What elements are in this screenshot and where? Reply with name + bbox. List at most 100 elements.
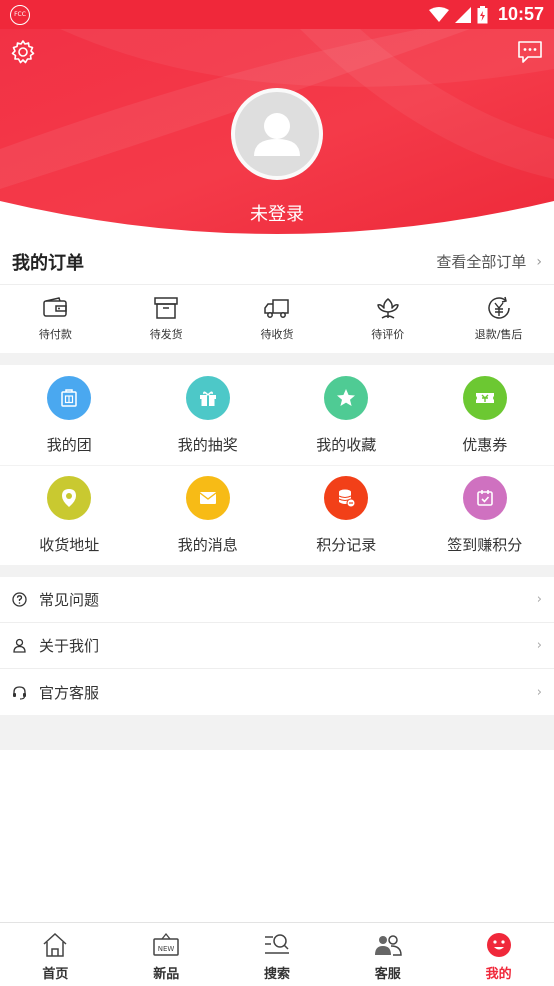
star-icon xyxy=(337,388,356,406)
order-refund-aftersale[interactable]: 退款/售后 xyxy=(443,285,554,353)
feature-label: 积分记录 xyxy=(316,536,377,554)
feature-label: 我的抽奖 xyxy=(177,435,238,454)
menu-item-label: 常见问题 xyxy=(39,591,100,609)
refund-icon xyxy=(487,296,510,319)
login-status[interactable]: 未登录 xyxy=(0,200,554,226)
about-us-item[interactable]: 关于我们 › xyxy=(0,623,554,669)
feature-label: 收货地址 xyxy=(39,536,100,554)
settings-button[interactable] xyxy=(10,39,36,65)
feature-icon-circle xyxy=(462,476,507,520)
feature-label: 优惠券 xyxy=(462,435,508,454)
question-icon xyxy=(12,592,27,607)
nav-label: 我的 xyxy=(485,967,512,982)
gift-icon xyxy=(199,391,216,406)
feature-label: 我的消息 xyxy=(177,536,238,554)
order-item-label: 待付款 xyxy=(38,328,72,341)
nav-label: 首页 xyxy=(42,967,69,982)
nav-service[interactable]: 客服 xyxy=(332,923,443,986)
my-group-button[interactable]: 我的团 xyxy=(0,365,139,465)
order-item-label: 待评价 xyxy=(371,328,405,341)
default-user-icon xyxy=(254,113,300,156)
chevron-right-icon: › xyxy=(536,253,542,270)
chevron-right-icon: › xyxy=(536,638,542,653)
group-bag-icon xyxy=(61,388,77,407)
signal-icon xyxy=(454,6,471,23)
feature-icon-circle xyxy=(47,375,92,420)
feature-icon-circle xyxy=(324,375,369,420)
svg-text:NEW: NEW xyxy=(158,945,175,953)
shipping-address-button[interactable]: 收货地址 xyxy=(0,466,139,565)
feature-label: 我的收藏 xyxy=(316,435,377,454)
coins-icon xyxy=(339,489,356,508)
status-bar: FCC 10:57 xyxy=(0,0,554,29)
nav-new[interactable]: NEW 新品 xyxy=(111,923,222,986)
order-pending-review[interactable]: 待评价 xyxy=(332,285,443,353)
view-all-orders-label: 查看全部订单 xyxy=(436,253,527,271)
nav-mine[interactable]: 我的 xyxy=(443,923,554,986)
orders-section: 我的订单 查看全部订单 › 待付款 待发货 待收货 待评价 退款/售后 xyxy=(0,239,554,353)
order-pending-shipment[interactable]: 待发货 xyxy=(111,285,222,353)
points-history-button[interactable]: 积分记录 xyxy=(277,466,416,565)
section-divider xyxy=(0,565,554,577)
system-icons: 10:57 xyxy=(428,4,544,25)
search-icon xyxy=(264,934,289,954)
nav-label: 客服 xyxy=(374,967,401,982)
coupons-button[interactable]: 优惠券 xyxy=(416,365,554,465)
feature-icon-circle xyxy=(185,476,230,520)
my-favorites-button[interactable]: 我的收藏 xyxy=(277,365,416,465)
view-all-orders-link[interactable]: 查看全部订单 › xyxy=(436,251,542,272)
avatar[interactable] xyxy=(231,88,323,180)
check-in-points-button[interactable]: 签到赚积分 xyxy=(416,466,554,565)
order-pending-payment[interactable]: 待付款 xyxy=(0,285,111,353)
section-divider xyxy=(0,715,554,750)
clock: 10:57 xyxy=(497,4,544,24)
feature-icon-circle xyxy=(462,375,507,420)
menu-item-label: 关于我们 xyxy=(39,637,100,655)
app-notification-icon: FCC xyxy=(10,5,30,25)
chevron-right-icon: › xyxy=(536,592,542,607)
order-pending-receipt[interactable]: 待收货 xyxy=(222,285,333,353)
nav-search[interactable]: 搜索 xyxy=(222,923,333,986)
nav-label: 搜索 xyxy=(263,967,290,982)
calendar-check-icon xyxy=(476,490,493,506)
feature-icon-circle xyxy=(185,375,230,420)
orders-title: 我的订单 xyxy=(12,252,84,274)
wifi-icon xyxy=(428,6,449,22)
users-icon xyxy=(374,935,402,956)
wallet-icon xyxy=(43,297,68,317)
chevron-right-icon: › xyxy=(536,684,542,700)
feature-icon-circle xyxy=(47,476,92,520)
headset-icon xyxy=(13,685,26,700)
feature-label: 我的团 xyxy=(46,435,92,454)
profile-header: 未登录 xyxy=(0,29,554,239)
orders-header: 我的订单 查看全部订单 › xyxy=(0,239,554,285)
customer-service-item[interactable]: 官方客服 › xyxy=(0,669,554,715)
box-icon xyxy=(154,297,178,319)
flower-icon xyxy=(377,298,399,319)
feature-row: 我的团 我的抽奖 我的收藏 优惠券 xyxy=(0,365,554,465)
my-messages-button[interactable]: 我的消息 xyxy=(139,466,278,565)
order-status-row: 待付款 待发货 待收货 待评价 退款/售后 xyxy=(0,285,554,353)
feature-label: 签到赚积分 xyxy=(447,536,523,554)
profile-smile-icon xyxy=(486,933,511,957)
new-sign-icon: NEW xyxy=(153,932,179,956)
nav-label: 新品 xyxy=(153,967,180,982)
truck-icon xyxy=(264,299,289,318)
order-item-label: 退款/售后 xyxy=(474,328,523,341)
menu-item-label: 官方客服 xyxy=(39,683,100,702)
mail-icon xyxy=(199,492,217,504)
nav-home[interactable]: 首页 xyxy=(0,923,111,986)
order-item-label: 待收货 xyxy=(260,328,294,341)
feature-grid: 我的团 我的抽奖 我的收藏 优惠券 收货地址 我的消息 积分记录 签到赚积分 xyxy=(0,365,554,565)
feature-icon-circle xyxy=(324,476,369,520)
person-icon xyxy=(13,638,26,653)
faq-item[interactable]: 常见问题 › xyxy=(0,577,554,623)
location-icon xyxy=(62,489,77,507)
battery-icon xyxy=(477,5,488,23)
feature-row: 收货地址 我的消息 积分记录 签到赚积分 xyxy=(0,465,554,565)
order-item-label: 待发货 xyxy=(149,328,183,341)
my-lottery-button[interactable]: 我的抽奖 xyxy=(139,365,278,465)
section-divider xyxy=(0,353,554,365)
messages-button[interactable] xyxy=(516,39,544,65)
coupon-icon xyxy=(475,392,494,403)
